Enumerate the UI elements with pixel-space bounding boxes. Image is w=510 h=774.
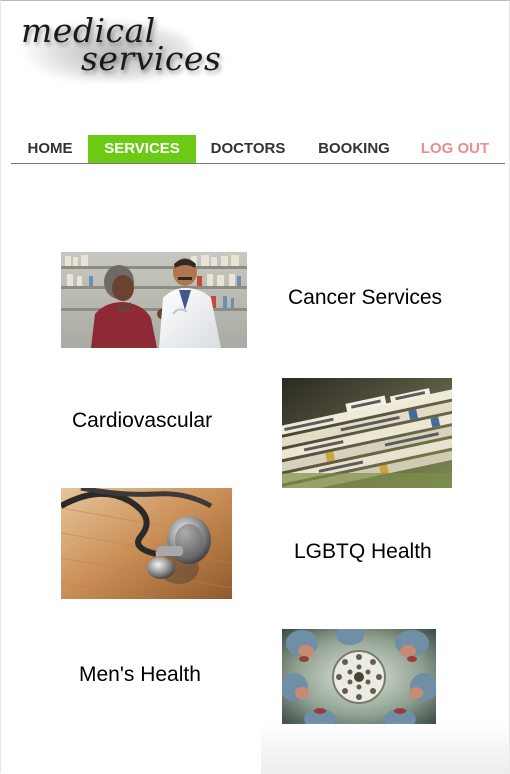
service-label-cardiovascular[interactable]: Cardiovascular — [72, 409, 212, 433]
service-label-mens-health[interactable]: Men's Health — [79, 663, 201, 687]
service-label-cancer-services[interactable]: Cancer Services — [288, 286, 442, 310]
nav-home[interactable]: HOME — [25, 135, 75, 163]
nav-doctors[interactable]: DOCTORS — [207, 135, 289, 163]
stethoscope-photo[interactable] — [61, 488, 232, 599]
nav-logout[interactable]: LOG OUT — [417, 135, 493, 163]
main-nav: HOME SERVICES DOCTORS BOOKING LOG OUT — [11, 135, 505, 164]
pharmacist-consultation-photo[interactable] — [61, 252, 247, 348]
nav-booking[interactable]: BOOKING — [314, 135, 394, 163]
medical-records-files-photo[interactable] — [282, 378, 452, 488]
bottom-shadow — [261, 721, 510, 774]
service-label-lgbtq-health[interactable]: LGBTQ Health — [294, 540, 432, 564]
surgical-team-overhead-photo[interactable] — [282, 629, 436, 724]
nav-services-active[interactable]: SERVICES — [88, 135, 196, 163]
page: medical services HOME SERVICES DOCTORS B… — [0, 0, 510, 774]
site-logo[interactable]: medical services — [21, 11, 221, 81]
logo-line-2: services — [81, 39, 222, 78]
